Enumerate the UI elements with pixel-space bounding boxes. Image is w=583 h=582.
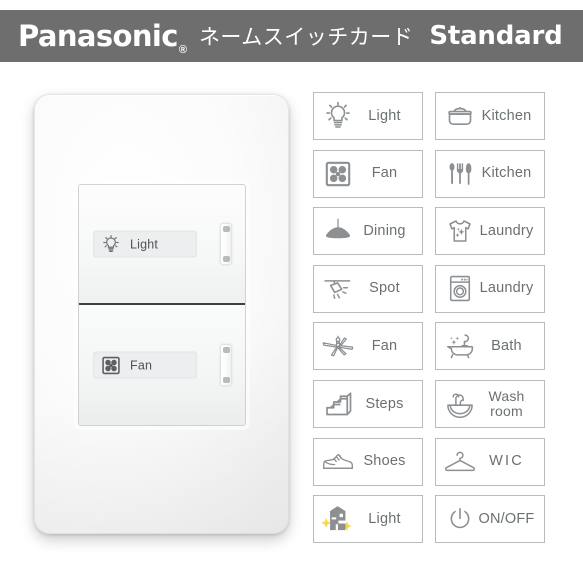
card-label: Wash room bbox=[477, 389, 538, 419]
house-sparkle-icon bbox=[321, 503, 355, 535]
bathtub-icon bbox=[443, 330, 477, 362]
card-label: Light bbox=[368, 510, 401, 527]
rocker-switch-fan[interactable]: Fan bbox=[79, 305, 245, 425]
card-laundry-tshirt[interactable]: Laundry bbox=[435, 207, 545, 256]
card-label: Bath bbox=[491, 337, 522, 354]
card-shoes[interactable]: Shoes bbox=[313, 437, 423, 486]
card-wic-closet[interactable]: WIC bbox=[435, 437, 545, 486]
card-light-bulb[interactable]: Light bbox=[313, 92, 423, 140]
card-label: Laundry bbox=[479, 222, 534, 239]
card-label: Dining bbox=[363, 222, 406, 239]
card-ceiling-fan[interactable]: Fan bbox=[313, 322, 423, 371]
card-label: WIC bbox=[489, 453, 524, 470]
card-label: Shoes bbox=[363, 453, 406, 470]
pendant-lamp-icon bbox=[321, 215, 355, 247]
registered-trademark-mark: ® bbox=[178, 44, 187, 56]
cooking-pot-icon bbox=[443, 100, 477, 132]
tshirt-sparkle-icon bbox=[443, 215, 477, 247]
name-card-label-fan: Fan bbox=[130, 358, 153, 372]
card-label: Laundry bbox=[479, 280, 534, 297]
card-label: Spot bbox=[369, 280, 400, 297]
card-label: Fan bbox=[371, 165, 398, 182]
power-icon bbox=[443, 503, 477, 535]
card-label: Kitchen bbox=[481, 107, 532, 124]
card-label: Fan bbox=[371, 337, 398, 354]
light-bulb-icon bbox=[100, 234, 122, 254]
card-label: Steps bbox=[365, 395, 404, 412]
card-spotlight[interactable]: Spot bbox=[313, 264, 423, 313]
card-kitchen-cutlery[interactable]: Kitchen bbox=[435, 149, 545, 198]
card-on-off[interactable]: ON/OFF bbox=[435, 495, 545, 544]
washing-machine-icon bbox=[443, 273, 477, 305]
name-card-label-light: Light bbox=[130, 237, 159, 251]
clothes-hanger-icon bbox=[443, 446, 477, 478]
name-card-fan: Fan bbox=[93, 351, 197, 379]
product-name-japanese: ネームスイッチカード bbox=[198, 25, 414, 49]
rocker-switch-light[interactable]: Light bbox=[79, 185, 245, 305]
card-label: Kitchen bbox=[481, 165, 532, 182]
card-label: ON/OFF bbox=[478, 510, 535, 527]
card-fan-vent[interactable]: Fan bbox=[313, 149, 423, 198]
card-laundry-washer[interactable]: Laundry bbox=[435, 264, 545, 313]
card-wash-room[interactable]: Wash room bbox=[435, 379, 545, 428]
card-label-line2: room bbox=[490, 402, 523, 419]
name-card-grid: Light Kitchen Fan Kitchen Dining Laundry… bbox=[313, 92, 545, 544]
cutlery-icon bbox=[443, 158, 477, 190]
ceiling-fan-icon bbox=[321, 330, 355, 362]
sneaker-icon bbox=[321, 446, 355, 478]
card-exterior-light[interactable]: Light bbox=[313, 495, 423, 544]
header-bar: Panasonic ® ネームスイッチカード Standard bbox=[0, 10, 583, 62]
stairs-icon bbox=[321, 388, 355, 420]
rocker-switch-frame: Light Fan bbox=[78, 184, 246, 426]
spotlight-icon bbox=[321, 273, 355, 305]
switch-indicator-light[interactable] bbox=[220, 223, 232, 265]
panasonic-logo: Panasonic bbox=[18, 18, 178, 53]
product-series-label: Standard bbox=[429, 21, 563, 51]
fan-vent-icon bbox=[321, 158, 355, 190]
card-label-line1: Wash bbox=[488, 388, 525, 405]
card-bath[interactable]: Bath bbox=[435, 322, 545, 371]
fan-vent-icon bbox=[100, 355, 122, 375]
light-bulb-icon bbox=[321, 100, 355, 132]
card-kitchen-pot[interactable]: Kitchen bbox=[435, 92, 545, 140]
name-card-light: Light bbox=[93, 230, 197, 258]
card-dining-pendant[interactable]: Dining bbox=[313, 207, 423, 256]
card-steps[interactable]: Steps bbox=[313, 379, 423, 428]
switch-plate-photo: Light Fan bbox=[26, 92, 294, 540]
sink-faucet-icon bbox=[443, 388, 477, 420]
switch-indicator-fan[interactable] bbox=[220, 344, 232, 386]
card-label: Light bbox=[368, 107, 401, 124]
